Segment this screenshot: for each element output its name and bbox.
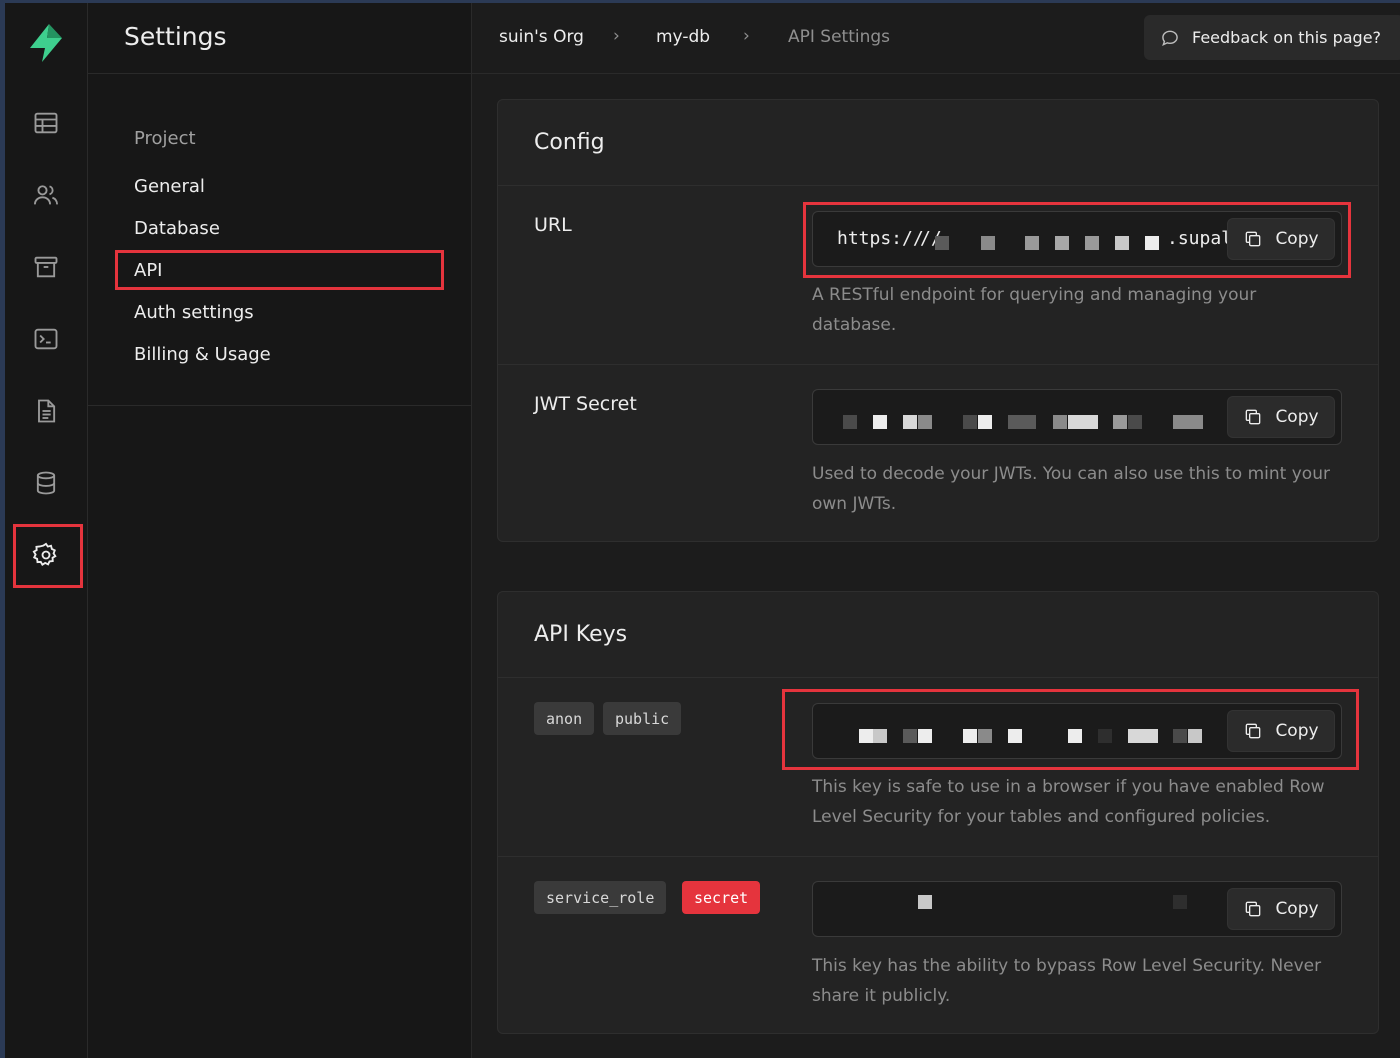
url-highlight-box xyxy=(803,202,1351,278)
menu-item-database[interactable]: Database xyxy=(134,218,220,239)
window-top-edge xyxy=(0,0,1400,3)
redaction-block xyxy=(843,415,857,429)
url-label: URL xyxy=(534,214,572,236)
copy-label: Copy xyxy=(1275,407,1319,427)
file-icon[interactable] xyxy=(28,393,64,429)
redaction-block xyxy=(1113,415,1127,429)
settings-title: Settings xyxy=(124,22,227,51)
copy-service-role-key-button[interactable]: Copy xyxy=(1227,888,1335,930)
redaction-block xyxy=(1068,415,1098,429)
settings-menu: Settings Project General Database API Au… xyxy=(88,0,472,1058)
redaction-block xyxy=(918,415,932,429)
redaction-block xyxy=(1053,415,1067,429)
feedback-button[interactable]: Feedback on this page? xyxy=(1144,15,1400,60)
copy-icon xyxy=(1246,901,1261,917)
service-role-key-field[interactable]: Copy xyxy=(812,881,1342,937)
menu-item-general[interactable]: General xyxy=(134,176,205,197)
breadcrumb-page: API Settings xyxy=(788,27,891,47)
settings-menu-body: Project General Database API Auth settin… xyxy=(88,74,471,406)
table-icon[interactable] xyxy=(28,105,64,141)
url-help-text: A RESTful endpoint for querying and mana… xyxy=(812,285,1257,335)
config-card: Config URL https:// // .supal Copy A RES… xyxy=(497,99,1379,542)
settings-menu-header: Settings xyxy=(88,0,471,74)
service-role-badge: service_role xyxy=(534,881,667,914)
anon-key-help-text: This key is safe to use in a browser if … xyxy=(812,777,1325,827)
redaction-block xyxy=(1173,895,1187,909)
jwt-secret-label: JWT Secret xyxy=(534,393,637,415)
bolt-logo[interactable] xyxy=(26,22,66,64)
menu-item-billing-usage[interactable]: Billing & Usage xyxy=(134,344,271,365)
api-keys-title: API Keys xyxy=(498,592,1378,678)
api-highlight-box xyxy=(115,250,444,290)
secret-badge: secret xyxy=(682,881,761,914)
jwt-secret-field[interactable]: Copy xyxy=(812,389,1342,445)
redaction-block xyxy=(1008,415,1036,429)
redaction-block xyxy=(978,415,992,429)
redaction-block xyxy=(1173,415,1203,429)
redaction-block xyxy=(873,415,887,429)
icon-rail xyxy=(0,0,88,1058)
copy-jwt-button[interactable]: Copy xyxy=(1227,396,1335,438)
breadcrumb-project[interactable]: my-db xyxy=(656,27,710,47)
top-bar: suin's Org › my-db › API Settings Feedba… xyxy=(472,0,1400,74)
redaction-block xyxy=(1128,415,1142,429)
breadcrumb-org[interactable]: suin's Org xyxy=(499,27,584,47)
chevron-right-icon: › xyxy=(743,26,750,46)
feedback-label: Feedback on this page? xyxy=(1192,28,1382,47)
redaction-block xyxy=(903,415,917,429)
terminal-icon[interactable] xyxy=(28,321,64,357)
anon-key-highlight-box xyxy=(782,689,1359,770)
window-edge xyxy=(0,0,5,1058)
copy-icon xyxy=(1246,409,1261,425)
users-icon[interactable] xyxy=(28,177,64,213)
settings-highlight-box xyxy=(13,524,83,588)
jwt-help-text: Used to decode your JWTs. You can also u… xyxy=(812,464,1330,514)
config-title: Config xyxy=(498,100,1378,186)
service-role-key-row: service_role secret Copy This key has th… xyxy=(498,856,1378,1034)
menu-group-project: Project xyxy=(134,128,196,149)
redaction-block xyxy=(963,415,977,429)
jwt-row: JWT Secret Copy Used to decode your JWTs… xyxy=(498,364,1378,542)
chat-bubble-icon xyxy=(1162,30,1178,46)
menu-item-auth-settings[interactable]: Auth settings xyxy=(134,302,254,323)
anon-badge: anon xyxy=(534,702,595,735)
copy-label: Copy xyxy=(1275,899,1319,919)
api-keys-card: API Keys anon public Copy This key is sa… xyxy=(497,591,1379,1034)
redaction-block xyxy=(918,895,932,909)
chevron-right-icon: › xyxy=(613,26,620,46)
service-role-help-text: This key has the ability to bypass Row L… xyxy=(812,956,1322,1006)
database-icon[interactable] xyxy=(28,465,64,501)
public-badge: public xyxy=(603,702,682,735)
archive-icon[interactable] xyxy=(28,249,64,285)
